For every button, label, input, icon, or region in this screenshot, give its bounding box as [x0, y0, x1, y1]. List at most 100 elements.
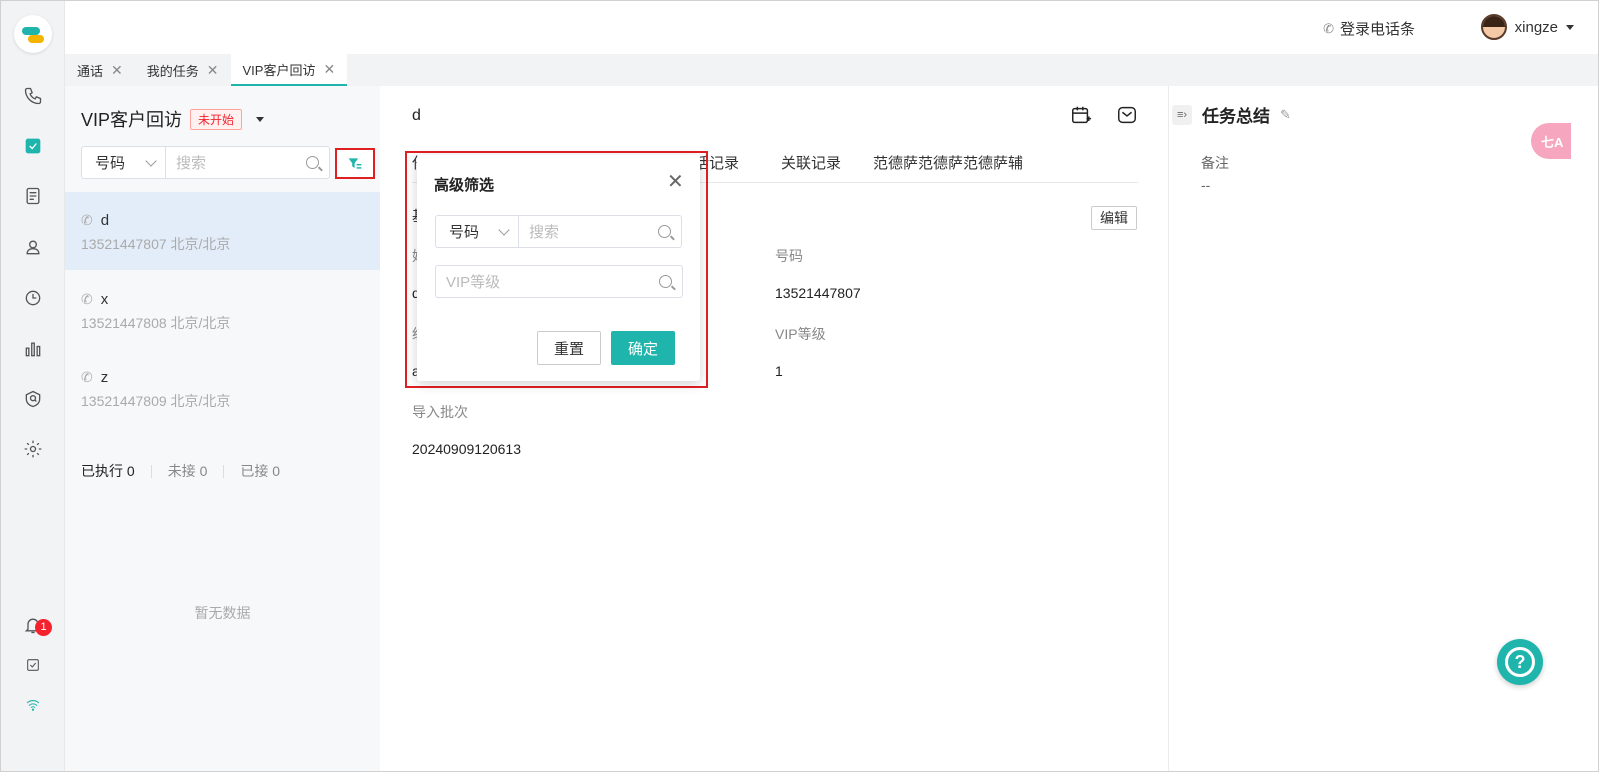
advanced-filter-button[interactable]	[335, 148, 375, 179]
chevron-down-icon	[145, 154, 157, 167]
tab-my-tasks[interactable]: 我的任务 ✕	[135, 54, 231, 86]
task-icon[interactable]	[19, 132, 47, 160]
list-item[interactable]: ✆ x 13521447808 北京/北京	[65, 271, 380, 349]
phone-login-label: 登录电话条	[1339, 21, 1415, 38]
customer-name: d	[412, 107, 421, 124]
confirm-button[interactable]: 确定	[611, 331, 675, 365]
avatar	[1480, 14, 1507, 40]
question-icon: ?	[1505, 647, 1535, 677]
tab-call[interactable]: 通话 ✕	[65, 54, 135, 86]
stat-answered[interactable]: 已接 0	[240, 461, 280, 481]
sidebar-rail: 1	[1, 1, 65, 771]
search-icon	[659, 275, 672, 288]
vip-level-input[interactable]: VIP等级	[435, 265, 683, 298]
edit-button[interactable]: 编辑	[1091, 206, 1137, 230]
field-label-batch: 导入批次	[412, 404, 468, 420]
select-value: 号码	[449, 224, 480, 241]
handset-icon: ✆	[81, 369, 93, 385]
handset-icon: ✆	[81, 291, 93, 307]
app-logo	[14, 15, 52, 53]
collapse-icon[interactable]: ≡›	[1172, 104, 1192, 125]
detail-actions	[1070, 104, 1138, 126]
tab-label: 我的任务	[146, 63, 199, 79]
app-window: 1 ✆ 登录电话条 xingze 通话 ✕ 我的任务 ✕ VIP客户回访 ✕ V…	[0, 0, 1599, 772]
list-item[interactable]: ✆ d 13521447807 北京/北京	[65, 192, 380, 270]
filter-type-select[interactable]: 号码	[435, 215, 518, 248]
filter-icon	[348, 157, 362, 169]
caret-down-icon	[1566, 24, 1574, 30]
item-phone-location: 13521447809 北京/北京	[81, 393, 231, 409]
top-header: ✆ 登录电话条 xingze	[65, 1, 1598, 54]
search-icon	[658, 225, 671, 238]
item-name: x	[100, 291, 109, 308]
clock-icon[interactable]	[19, 284, 47, 312]
gear-icon[interactable]	[19, 435, 47, 463]
field-label-vip: VIP等级	[775, 326, 826, 342]
task-list-panel: VIP客户回访 未开始 号码 搜索 ✆ d 13521447807 北京/北京	[65, 86, 380, 771]
item-phone-location: 13521447808 北京/北京	[81, 315, 231, 331]
summary-title: 任务总结	[1202, 107, 1270, 126]
contact-icon[interactable]	[19, 233, 47, 261]
empty-state: 暂无数据	[194, 605, 251, 621]
reset-button[interactable]: 重置	[537, 331, 601, 365]
message-icon[interactable]	[1116, 104, 1138, 126]
field-value-batch: 20240909120613	[412, 441, 522, 457]
calendar-add-icon[interactable]	[1070, 104, 1092, 126]
search-icon	[306, 156, 319, 169]
stat-unanswered[interactable]: 未接 0	[168, 461, 208, 481]
tab-label: VIP客户回访	[242, 62, 316, 78]
username: xingze	[1514, 18, 1558, 36]
tab-custom[interactable]: 范德萨范德萨范德萨辅	[873, 152, 1023, 173]
list-item[interactable]: ✆ z 13521447809 北京/北京	[65, 349, 380, 427]
filter-search-input[interactable]: 搜索	[518, 215, 682, 248]
handset-icon: ✆	[1323, 20, 1334, 36]
handset-icon: ✆	[81, 212, 93, 228]
close-icon[interactable]: ✕	[323, 61, 335, 78]
item-name: d	[100, 212, 110, 229]
notification-badge: 1	[35, 619, 52, 636]
shield-icon[interactable]	[19, 385, 47, 413]
phone-icon[interactable]	[19, 82, 47, 110]
filter-search-row: 号码 搜索	[435, 215, 682, 248]
tab-related-records[interactable]: 关联记录	[781, 152, 841, 173]
field-value-number: 13521447807	[775, 285, 861, 301]
chevron-down-icon	[498, 223, 510, 236]
close-icon[interactable]: ✕	[111, 62, 123, 79]
phone-login-button[interactable]: ✆ 登录电话条	[1323, 18, 1415, 39]
translate-button[interactable]: 七A	[1531, 123, 1571, 159]
document-icon[interactable]	[19, 182, 47, 210]
call-stats: 已执行 0 未接 0 已接 0	[81, 461, 280, 481]
checklist-icon[interactable]	[19, 651, 47, 679]
tab-bar: 通话 ✕ 我的任务 ✕ VIP客户回访 ✕	[65, 54, 1598, 86]
item-phone-location: 13521447807 北京/北京	[81, 236, 231, 252]
close-icon[interactable]: ✕	[667, 172, 684, 192]
user-menu[interactable]: xingze	[1480, 14, 1574, 40]
task-list-header: VIP客户回访 未开始	[81, 106, 265, 132]
task-search: 号码 搜索	[81, 146, 330, 179]
wifi-icon	[19, 691, 47, 719]
close-icon[interactable]: ✕	[207, 62, 219, 79]
note-value: --	[1201, 177, 1211, 193]
bar-chart-icon[interactable]	[19, 335, 47, 363]
tab-label: 通话	[77, 63, 104, 79]
note-label: 备注	[1201, 155, 1229, 171]
search-input[interactable]: 搜索	[165, 146, 330, 179]
select-value: 号码	[95, 155, 126, 172]
summary-header: ≡› 任务总结 ✎	[1172, 102, 1291, 127]
field-label-number: 号码	[775, 248, 803, 264]
caret-down-icon[interactable]	[256, 116, 265, 122]
task-title: VIP客户回访	[81, 110, 183, 130]
item-name: z	[100, 369, 109, 386]
status-badge: 未开始	[190, 108, 243, 130]
search-placeholder: 搜索	[529, 224, 560, 241]
search-type-select[interactable]: 号码	[81, 146, 165, 179]
field-value-vip: 1	[775, 363, 783, 379]
advanced-filter-popover: 高级筛选 ✕ 号码 搜索 VIP等级 重置 确定	[417, 155, 700, 381]
search-placeholder: 搜索	[176, 155, 207, 172]
stat-executed[interactable]: 已执行 0	[81, 461, 135, 481]
edit-icon[interactable]: ✎	[1280, 107, 1291, 123]
vip-placeholder: VIP等级	[446, 274, 501, 291]
tab-vip-revisit[interactable]: VIP客户回访 ✕	[230, 54, 348, 86]
popover-title: 高级筛选	[434, 177, 495, 194]
help-button[interactable]: ?	[1497, 639, 1543, 685]
